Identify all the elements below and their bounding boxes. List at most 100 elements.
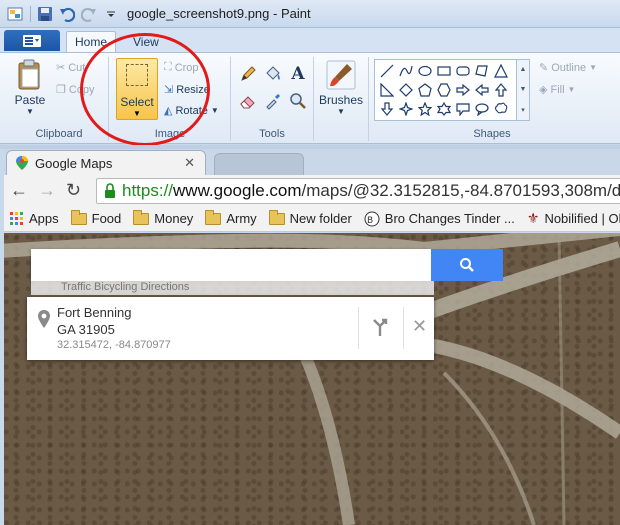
reload-icon[interactable]: ↻ [66,181,81,199]
shape-hexagon[interactable] [434,80,453,99]
browser-tab-background[interactable] [214,153,304,175]
shape-oval[interactable] [415,61,434,80]
forward-icon[interactable]: → [38,181,56,199]
close-icon[interactable]: ✕ [184,155,195,171]
rotate-icon: ◭ [164,105,173,117]
folder-icon [133,209,150,225]
fill-button[interactable]: ◈ Fill ▼ [539,83,576,97]
tab-view[interactable]: View [125,31,167,52]
shape-down-arrow[interactable] [377,99,396,118]
rectangular-callout-icon [455,102,470,116]
copy-button[interactable]: ❐ Copy [56,83,95,97]
hexagon-icon [436,82,451,97]
shape-five-point-star[interactable] [415,99,434,118]
brushes-button[interactable]: Brushes ▼ [319,59,363,116]
rotate-label: Rotate [175,104,208,117]
rotate-button[interactable]: ◭ Rotate ▼ [164,104,219,118]
folder-icon [268,209,285,225]
shape-polygon[interactable] [472,61,491,80]
shape-up-arrow[interactable] [491,80,510,99]
cut-button[interactable]: ✂ Cut [56,61,86,75]
browser-tab-google-maps[interactable]: Google Maps ✕ [6,150,206,175]
undo-icon[interactable] [58,5,76,23]
shape-four-point-star[interactable] [396,99,415,118]
shape-right-arrow[interactable] [453,80,472,99]
bookmark-folder-army[interactable]: Army [205,209,257,226]
text-icon: A [291,64,305,84]
bookmark-label: Apps [29,211,59,226]
selection-icon [126,64,148,86]
bookmark-nobilified[interactable]: ⚜ Nobilified | Old mi [527,210,620,227]
shape-pentagon[interactable] [415,80,434,99]
shape-right-triangle[interactable] [377,80,396,99]
back-icon[interactable]: ← [10,181,28,199]
search-icon [460,258,474,272]
shape-left-arrow[interactable] [472,80,491,99]
pentagon-icon [417,82,432,97]
maps-layer-links[interactable]: Traffic Bicycling Directions [31,281,434,295]
shape-six-point-star[interactable] [434,99,453,118]
save-icon[interactable] [36,5,54,23]
resize-button[interactable]: ⇲ Resize [164,83,210,97]
maps-search-input[interactable] [31,249,431,281]
bookmark-folder-money[interactable]: Money [133,209,193,226]
down-arrow-icon [380,101,393,116]
magnifier-icon [290,93,306,109]
left-arrow-icon [474,83,489,96]
bookmark-folder-food[interactable]: Food [70,209,121,226]
diamond-icon [398,82,413,97]
bookmark-label: New folder [289,211,352,226]
shape-oval-callout[interactable] [472,99,491,118]
paste-button[interactable]: Paste ▼ [14,59,46,116]
close-card-icon[interactable]: ✕ [412,317,427,335]
scroll-down-icon[interactable]: ▼ [520,86,527,93]
bookmark-apps[interactable]: Apps [10,211,59,226]
lock-icon [105,183,115,198]
eraser-tool[interactable] [237,90,259,112]
address-bar[interactable]: https://www.google.com/maps/@32.3152815,… [96,178,620,204]
customize-quick-access-icon[interactable] [102,5,120,23]
text-tool[interactable]: A [287,63,309,85]
shape-line[interactable] [377,61,396,80]
shape-cloud-callout[interactable] [491,99,510,118]
magnifier-tool[interactable] [287,90,309,112]
apps-grid-icon [10,211,23,225]
triangle-icon [493,63,508,78]
directions-button[interactable] [370,317,390,340]
satellite-map[interactable]: Traffic Bicycling Directions Fort Bennin… [4,233,620,525]
bookmark-bro-changes-tinder[interactable]: B Bro Changes Tinder ... [364,211,515,227]
svg-text:B: B [367,216,373,226]
separator [368,57,369,141]
paint-app-icon[interactable] [6,5,24,23]
color-picker-tool[interactable] [262,90,284,112]
crop-button[interactable]: ⛶ Crop [164,61,199,74]
shapes-scrollbar[interactable]: ▲ ▼ ▾ [517,59,530,121]
copy-icon: ❐ [56,84,66,96]
maps-search-button[interactable] [431,249,503,281]
outline-button[interactable]: ✎ Outline ▼ [539,61,597,75]
expand-gallery-icon[interactable]: ▾ [521,106,525,114]
outline-label: Outline [551,61,587,74]
cut-label: Cut [68,61,86,74]
paint-menu-button[interactable] [4,30,60,51]
redo-icon[interactable] [80,5,98,23]
bookmark-folder-new-folder[interactable]: New folder [268,209,352,226]
shape-rectangle[interactable] [434,61,453,80]
scroll-up-icon[interactable]: ▲ [520,66,527,73]
six-point-star-icon [436,101,451,116]
chevron-down-icon: ▼ [133,109,141,118]
tab-home[interactable]: Home [66,31,117,52]
shape-diamond[interactable] [396,80,415,99]
shape-rect-callout[interactable] [453,99,472,118]
curve-icon [398,65,413,76]
shape-rounded-rectangle[interactable] [453,61,472,80]
fill-icon: ◈ [539,84,548,96]
chevron-down-icon: ▼ [567,85,576,94]
pencil-tool[interactable] [237,63,259,85]
bookmarks-bar: Apps Food Money Army New folder B Bro Ch… [4,206,620,232]
fill-tool[interactable] [262,63,284,85]
crop-label: Crop [174,61,199,74]
shape-triangle[interactable] [491,61,510,80]
select-button[interactable]: Select ▼ [116,58,158,120]
shape-curve[interactable] [396,61,415,80]
